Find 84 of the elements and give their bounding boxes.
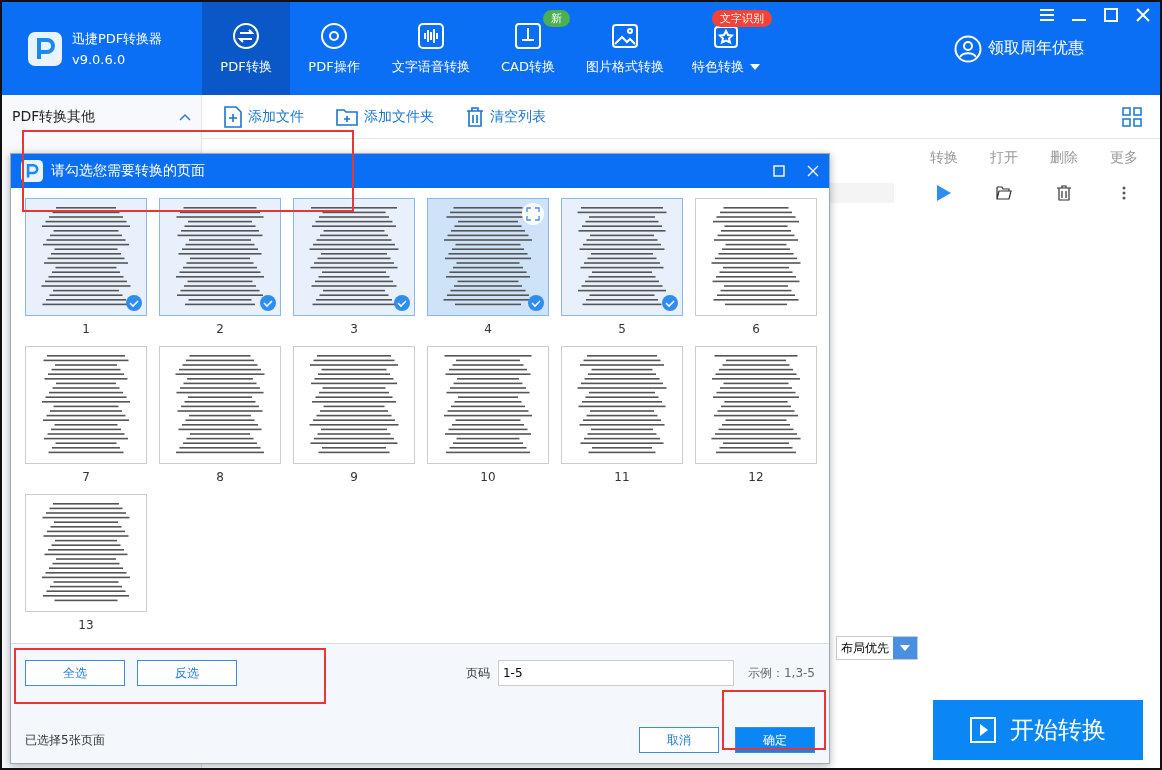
nav-tab[interactable]: 图片格式转换 bbox=[572, 2, 678, 95]
nav-tab[interactable]: PDF操作 bbox=[290, 2, 378, 95]
page-thumbnail[interactable] bbox=[695, 346, 817, 464]
menu-icon[interactable] bbox=[1040, 8, 1054, 22]
close-icon[interactable] bbox=[1136, 8, 1150, 22]
maximize-icon[interactable] bbox=[773, 165, 785, 177]
page-thumbnail[interactable] bbox=[25, 198, 147, 316]
page-number: 5 bbox=[618, 322, 626, 336]
swap-icon bbox=[232, 21, 260, 50]
invert-selection-button[interactable]: 反选 bbox=[137, 660, 237, 686]
page-number: 6 bbox=[752, 322, 760, 336]
page-thumbnail[interactable] bbox=[293, 198, 415, 316]
page-number: 11 bbox=[614, 470, 630, 484]
app-name: 迅捷PDF转换器 bbox=[72, 30, 163, 48]
trash-icon bbox=[1057, 185, 1071, 201]
add-folder-icon bbox=[336, 107, 358, 126]
close-icon[interactable] bbox=[807, 165, 819, 177]
select-all-button[interactable]: 全选 bbox=[25, 660, 125, 686]
page-thumbnail[interactable] bbox=[25, 346, 147, 464]
promo-link[interactable]: 领取周年优惠 bbox=[948, 2, 1090, 95]
cancel-button[interactable]: 取消 bbox=[639, 727, 719, 753]
check-icon bbox=[260, 295, 276, 311]
page-thumbnail[interactable] bbox=[159, 346, 281, 464]
start-convert-button[interactable]: 开始转换 bbox=[933, 700, 1143, 760]
page-number: 10 bbox=[480, 470, 496, 484]
page-number: 7 bbox=[82, 470, 90, 484]
page-number: 3 bbox=[350, 322, 358, 336]
caret-icon bbox=[900, 645, 910, 651]
page-number: 9 bbox=[350, 470, 358, 484]
app-logo-icon bbox=[28, 31, 62, 66]
page-thumbnail[interactable] bbox=[25, 494, 147, 612]
dialog-title: 请勾选您需要转换的页面 bbox=[51, 162, 205, 180]
toolbar-button[interactable]: 清空列表 bbox=[466, 106, 546, 127]
image-icon bbox=[611, 21, 639, 50]
more-icon bbox=[1122, 186, 1126, 200]
page-thumbnail[interactable] bbox=[293, 346, 415, 464]
page-thumbnail[interactable] bbox=[427, 198, 549, 316]
column-header: 删除 bbox=[1049, 149, 1079, 167]
nav-badge: 新 bbox=[543, 10, 570, 27]
sound-wave-icon bbox=[417, 21, 445, 50]
nav-tab[interactable]: 文字语音转换 bbox=[378, 2, 484, 95]
page-number: 4 bbox=[484, 322, 492, 336]
toolbar-button[interactable]: 添加文件 bbox=[224, 105, 304, 128]
add-file-icon bbox=[224, 105, 242, 128]
page-number: 1 bbox=[82, 322, 90, 336]
app-logo-icon bbox=[21, 160, 43, 182]
trash-icon bbox=[466, 106, 484, 127]
maximize-icon[interactable] bbox=[1104, 8, 1118, 22]
check-icon bbox=[126, 295, 142, 311]
play-icon bbox=[970, 717, 996, 743]
layout-select[interactable]: 布局优先 bbox=[836, 636, 918, 660]
page-range-field[interactable]: 1-5 bbox=[497, 660, 734, 686]
page-thumbnail[interactable] bbox=[561, 198, 683, 316]
selection-count: 已选择5张页面 bbox=[25, 731, 105, 749]
page-thumbnail[interactable] bbox=[159, 198, 281, 316]
page-thumbnail[interactable] bbox=[695, 198, 817, 316]
check-icon bbox=[394, 295, 410, 311]
nav-badge: 文字识别 bbox=[712, 10, 772, 27]
nav-tab[interactable]: 文字识别 特色转换 bbox=[678, 2, 774, 95]
sidebar-title: PDF转换其他 bbox=[12, 108, 96, 126]
page-number: 2 bbox=[216, 322, 224, 336]
page-range-label: 页码 bbox=[465, 664, 490, 682]
page-thumbnail[interactable] bbox=[427, 346, 549, 464]
column-header: 更多 bbox=[1109, 149, 1139, 167]
grid-view-icon[interactable] bbox=[1122, 106, 1142, 127]
play-icon bbox=[937, 185, 951, 201]
toolbar-button[interactable]: 添加文件夹 bbox=[336, 107, 434, 126]
user-icon bbox=[954, 34, 982, 63]
nav-tab[interactable]: 新 CAD转换 bbox=[484, 2, 572, 95]
page-number: 8 bbox=[216, 470, 224, 484]
chevron-icon[interactable] bbox=[179, 113, 191, 121]
folder-icon bbox=[996, 186, 1012, 200]
gear-icon bbox=[320, 21, 348, 50]
page-number: 13 bbox=[78, 618, 94, 632]
column-header: 转换 bbox=[929, 149, 959, 167]
app-version: v9.0.6.0 bbox=[72, 52, 127, 67]
column-header: 打开 bbox=[989, 149, 1019, 167]
confirm-button[interactable]: 确定 bbox=[735, 727, 815, 753]
example-hint: 示例：1,3-5 bbox=[747, 664, 815, 682]
nav-tab[interactable]: PDF转换 bbox=[202, 2, 290, 95]
page-number: 12 bbox=[748, 470, 764, 484]
check-icon bbox=[528, 295, 544, 311]
page-thumbnail[interactable] bbox=[561, 346, 683, 464]
check-icon bbox=[662, 295, 678, 311]
